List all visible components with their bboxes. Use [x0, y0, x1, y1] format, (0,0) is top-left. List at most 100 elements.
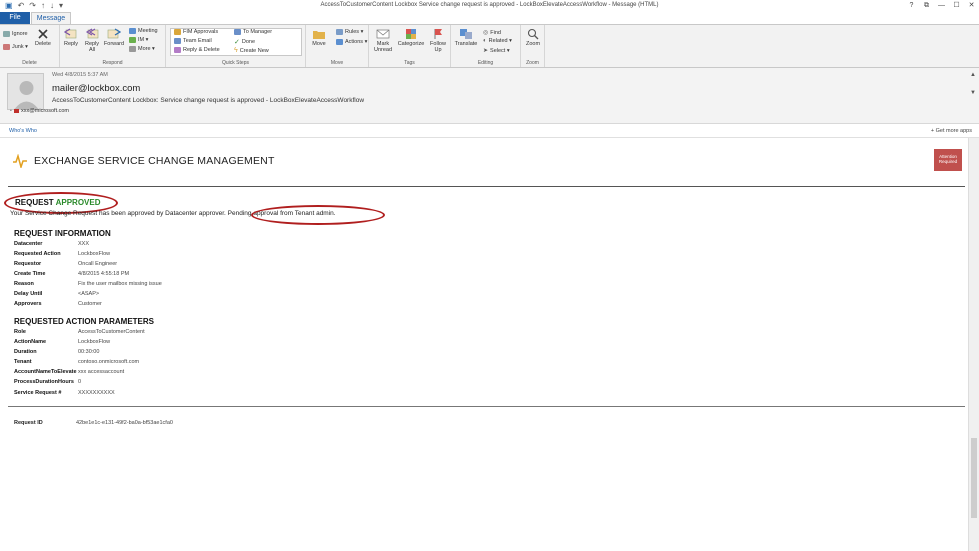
meeting-icon: [129, 28, 136, 34]
request-status-heading: REQUEST APPROVED: [15, 198, 101, 207]
delete-button[interactable]: Delete: [35, 28, 51, 47]
junk-icon: [3, 44, 10, 50]
categorize-icon: [404, 28, 418, 40]
to-label-icon: ▪: [10, 108, 12, 114]
ignore-button[interactable]: Ignore: [3, 31, 28, 37]
message-subject: AccessToCustomerContent Lockbox: Service…: [52, 97, 365, 104]
ribbon-tabs: File Message: [0, 12, 979, 24]
undo-icon[interactable]: ↶: [18, 1, 25, 11]
envelope-icon: [376, 28, 390, 40]
categorize-button[interactable]: Categorize: [397, 28, 425, 47]
quickstep-team-email[interactable]: Team Email: [174, 38, 212, 44]
header-divider: [8, 186, 965, 187]
tags-group: Mark Unread Categorize Follow Up Tags: [369, 25, 451, 67]
whos-who-app[interactable]: Who's Who: [9, 128, 37, 134]
rules-button[interactable]: Rules ▾: [336, 29, 363, 35]
sender-address[interactable]: mailer@lockbox.com: [52, 83, 140, 94]
recipient-address[interactable]: xxx@microsoft.com: [21, 108, 69, 114]
redo-icon[interactable]: ↷: [29, 1, 36, 11]
message-body: EXCHANGE SERVICE CHANGE MANAGEMENT Atten…: [0, 138, 968, 551]
move-group-label: Move: [330, 60, 344, 66]
header-scroll-up-icon[interactable]: ▲: [970, 72, 976, 78]
find-button[interactable]: ◎ Find: [483, 29, 501, 37]
related-button[interactable]: ◐ Related ▾: [483, 38, 512, 44]
follow-up-button[interactable]: Follow Up: [427, 28, 449, 53]
flag-icon: [431, 28, 445, 40]
im-button[interactable]: IM ▾: [129, 37, 148, 43]
request-information-title: REQUEST INFORMATION: [14, 229, 111, 238]
tab-message[interactable]: Message: [31, 12, 71, 24]
more-button[interactable]: More ▾: [129, 46, 155, 52]
translate-icon: [459, 28, 473, 40]
tab-file[interactable]: File: [0, 12, 30, 24]
pulse-logo-icon: [13, 154, 27, 168]
requested-action-parameters-title: REQUESTED ACTION PARAMETERS: [14, 317, 155, 326]
respond-group-label: Respond: [102, 60, 123, 66]
customize-dropdown-icon[interactable]: ▾: [59, 1, 63, 11]
sender-avatar: [7, 73, 44, 110]
maximize-button[interactable]: ☐: [949, 0, 964, 12]
brand-header: EXCHANGE SERVICE CHANGE MANAGEMENT: [12, 154, 275, 168]
reply-delete-icon: [174, 47, 181, 53]
zoom-group-label: Zoom: [526, 60, 539, 66]
ribbon-display-button[interactable]: ⧉: [919, 0, 934, 12]
get-more-apps-link[interactable]: + Get more apps: [931, 128, 972, 134]
annotation-ring-pending: [251, 205, 385, 225]
brand-title: EXCHANGE SERVICE CHANGE MANAGEMENT: [34, 155, 275, 167]
checkmark-icon: ✓: [234, 39, 240, 46]
meeting-button[interactable]: Meeting: [129, 28, 158, 34]
move-folder-icon: [312, 28, 326, 40]
zoom-button[interactable]: Zoom: [523, 28, 543, 47]
editing-group-label: Editing: [477, 60, 494, 66]
delete-group: Ignore Junk ▾ Delete Delete: [0, 25, 60, 67]
delete-group-label: Delete: [22, 60, 37, 66]
respond-group: Reply Reply All Forward Meeting IM ▾ Mor…: [60, 25, 166, 67]
actions-button[interactable]: Actions ▾: [336, 39, 367, 45]
move-group: Move Rules ▾ Actions ▾ Move: [306, 25, 369, 67]
scrollbar-thumb[interactable]: [971, 438, 977, 518]
window-controls: ? ⧉ — ☐ ✕: [904, 0, 979, 12]
title-bar: ▣ ↶ ↷ ↑ ↓ ▾ AccessToCustomerContent Lock…: [0, 0, 979, 12]
magnifier-icon: [526, 28, 540, 40]
mark-unread-button[interactable]: Mark Unread: [372, 28, 394, 53]
up-arrow-icon[interactable]: ↑: [41, 1, 45, 11]
quickstep-reply-delete[interactable]: Reply & Delete: [174, 47, 220, 53]
folder-icon: [174, 29, 181, 35]
lightning-icon: ϟ: [234, 47, 238, 54]
quicksteps-group: FIM Approvals Team Email Reply & Delete …: [166, 25, 306, 67]
forward-button[interactable]: Forward: [103, 28, 125, 47]
body-scrollbar[interactable]: [968, 138, 979, 551]
quickstep-create-new[interactable]: ϟ Create New: [234, 47, 269, 54]
im-icon: [129, 37, 136, 43]
team-email-icon: [174, 38, 181, 44]
quickstep-to-manager[interactable]: To Manager: [234, 29, 272, 35]
down-arrow-icon[interactable]: ↓: [50, 1, 54, 11]
delete-x-icon: [36, 28, 50, 40]
move-button[interactable]: Move: [309, 28, 329, 47]
minimize-button[interactable]: —: [934, 0, 949, 12]
apps-bar: Who's Who + Get more apps: [0, 124, 979, 138]
translate-button[interactable]: Translate: [453, 28, 479, 47]
message-header: Wed 4/8/2015 5:37 AM mailer@lockbox.com …: [0, 68, 979, 124]
reply-all-icon: [85, 28, 99, 40]
zoom-group: Zoom Zoom: [521, 25, 545, 67]
request-id-value: 42be1e1c-e131-49f2-ba0a-bf53ae1cfa0: [76, 420, 173, 426]
close-button[interactable]: ✕: [964, 0, 979, 12]
service-request-label: Service Request #: [14, 390, 62, 396]
quickstep-done[interactable]: ✓ Done: [234, 38, 255, 46]
received-date: Wed 4/8/2015 5:37 AM: [52, 72, 108, 78]
reply-button[interactable]: Reply: [63, 28, 79, 47]
header-scroll-down-icon[interactable]: ▼: [970, 90, 976, 96]
window-title: AccessToCustomerContent Lockbox Service …: [320, 2, 659, 8]
save-icon[interactable]: ▣: [5, 1, 13, 11]
request-id-label: Request ID: [14, 420, 43, 426]
attention-required-badge: Attention Required: [934, 149, 962, 171]
junk-button[interactable]: Junk ▾: [3, 44, 28, 50]
reply-all-button[interactable]: Reply All: [83, 28, 101, 53]
select-button[interactable]: ➤ Select ▾: [483, 47, 510, 55]
select-cursor-icon: ➤: [483, 48, 489, 54]
quickstep-fim-approvals[interactable]: FIM Approvals: [174, 29, 218, 35]
editing-group: Translate ◎ Find ◐ Related ▾ ➤ Select ▾ …: [451, 25, 521, 67]
actions-icon: [336, 39, 343, 45]
help-button[interactable]: ?: [904, 0, 919, 12]
